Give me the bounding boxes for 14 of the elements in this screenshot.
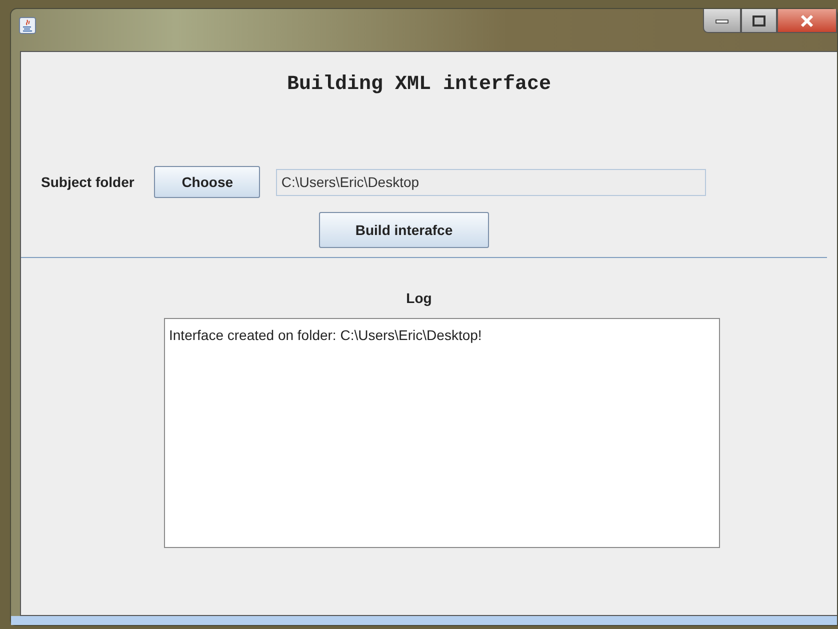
log-text-area[interactable]: Interface created on folder: C:\Users\Eric\Desktop! (164, 318, 720, 548)
build-interface-button[interactable]: Build interafce (319, 212, 489, 248)
choose-button[interactable]: Choose (154, 166, 260, 198)
subject-folder-label: Subject folder (41, 172, 134, 192)
close-icon (799, 14, 815, 28)
close-button[interactable] (777, 9, 837, 33)
folder-path-field[interactable]: C:\Users\Eric\Desktop (276, 168, 706, 196)
maximize-button[interactable] (741, 9, 777, 33)
heading: Building XML interface (286, 72, 552, 98)
minimize-icon (715, 18, 729, 24)
log-label: Log (405, 289, 433, 308)
app-icon (19, 17, 36, 34)
minimize-button[interactable] (703, 9, 741, 33)
maximize-icon (752, 14, 766, 26)
